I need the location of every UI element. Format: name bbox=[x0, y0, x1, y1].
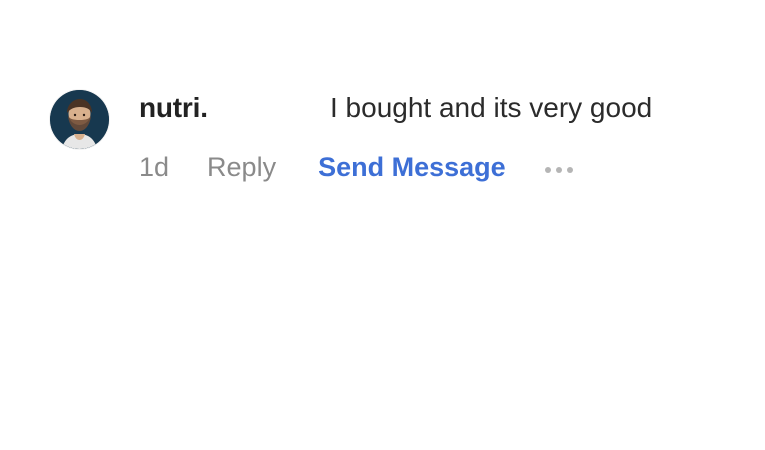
comment-text: I bought and its very good bbox=[330, 92, 653, 123]
more-dot bbox=[544, 167, 551, 173]
comment-time: 1d bbox=[139, 152, 170, 182]
comment-actions: 1d Reply Send Message bbox=[139, 149, 573, 185]
comment-item: nutri. I bought and its very good 1d Rep… bbox=[0, 0, 765, 450]
avatar-icon bbox=[50, 90, 109, 149]
comment-author[interactable]: nutri. bbox=[139, 91, 208, 125]
more-dot bbox=[566, 167, 573, 173]
avatar[interactable] bbox=[50, 90, 109, 149]
send-message-link[interactable]: Send Message bbox=[318, 150, 506, 184]
more-dot bbox=[555, 167, 562, 173]
more-dots-icon[interactable] bbox=[544, 161, 573, 173]
reply-link[interactable]: Reply bbox=[207, 150, 276, 184]
